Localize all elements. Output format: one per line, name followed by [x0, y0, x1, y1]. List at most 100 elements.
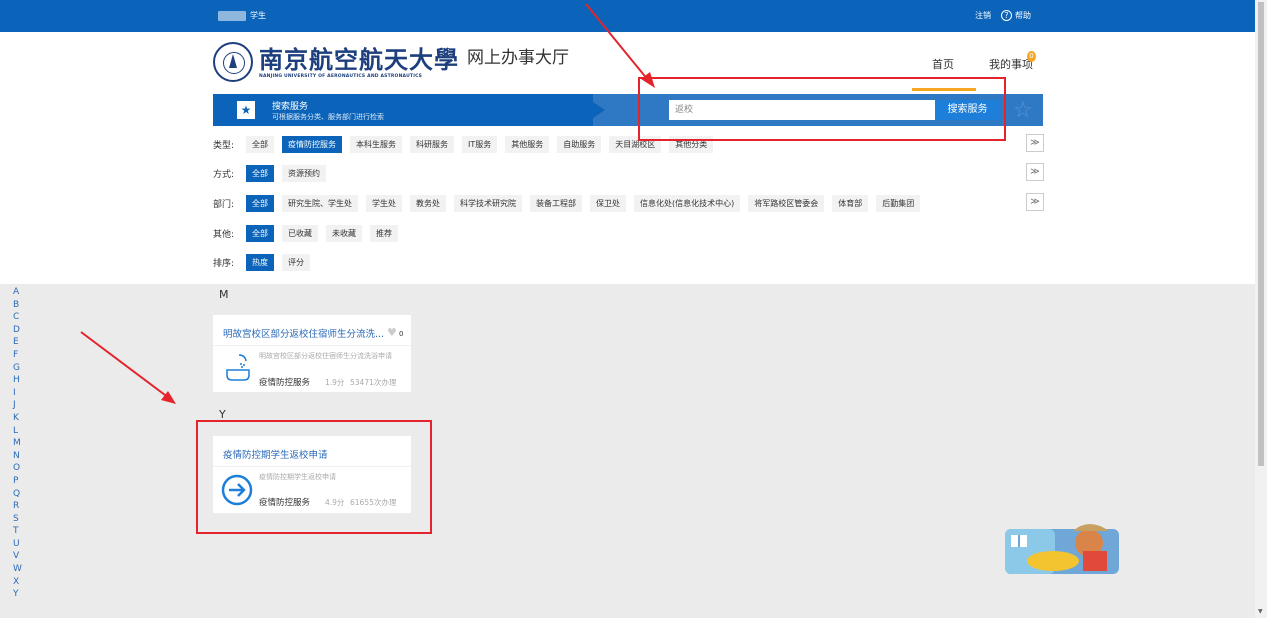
filter-tag[interactable]: 体育部 — [832, 195, 869, 212]
letter-link[interactable]: W — [13, 563, 25, 576]
letter-link[interactable]: G — [13, 362, 25, 375]
letter-link[interactable]: C — [13, 311, 25, 324]
school-seal-icon — [213, 42, 253, 82]
service-card-desc: 明故宫校区部分返校住宿师生分流洗浴申请 — [259, 352, 392, 360]
decorative-star-icon: ☆ — [1013, 98, 1033, 123]
nav-home[interactable]: 首页 — [932, 56, 954, 72]
filter-tag[interactable]: 科学技术研究院 — [454, 195, 522, 212]
filter-tag[interactable]: 后勤集团 — [876, 195, 921, 212]
filter-tag[interactable]: 教务处 — [410, 195, 446, 212]
help-label: 帮助 — [1015, 11, 1031, 20]
service-card-count: 53471次办理 — [350, 378, 397, 387]
filter-row-mode: 方式: 全部 资源预约 — [213, 165, 334, 182]
filter-tag[interactable]: 装备工程部 — [530, 195, 582, 212]
mascot-widget[interactable] — [1003, 519, 1121, 576]
service-card-score: 1.9分 — [325, 378, 345, 387]
filter-tag[interactable]: 已收藏 — [282, 225, 318, 242]
service-card-title[interactable]: 明故宫校区部分返校住宿师生分流洗... — [223, 326, 384, 340]
letter-link[interactable]: U — [13, 538, 25, 551]
filter-tag[interactable]: 推荐 — [370, 225, 398, 242]
help-link[interactable]: ? 帮助 — [1001, 10, 1031, 21]
annotation-box-card — [196, 420, 432, 534]
top-bar: 学生 注销 ? 帮助 — [0, 0, 1255, 32]
filter-tag[interactable]: 信息化处(信息化技术中心) — [634, 195, 741, 212]
annotation-arrow — [80, 331, 170, 399]
heart-icon[interactable]: ♥ — [387, 326, 397, 339]
expand-dept-button[interactable]: ≫ — [1026, 193, 1044, 211]
filter-label: 其他: — [213, 230, 235, 240]
filter-tag[interactable]: 本科生服务 — [350, 136, 402, 153]
filter-tag-active[interactable]: 疫情防控服务 — [282, 136, 342, 153]
page-scrollbar[interactable]: ▼ — [1255, 0, 1267, 618]
my-items-badge: 0 — [1027, 51, 1036, 62]
search-banner-subtitle: 可根据服务分类、服务部门进行检索 — [272, 113, 384, 121]
filter-tag-active[interactable]: 全部 — [246, 165, 274, 182]
letter-link[interactable]: H — [13, 374, 25, 387]
filter-tag-active[interactable]: 全部 — [246, 225, 274, 242]
letter-link[interactable]: D — [13, 324, 25, 337]
filter-row-dept: 部门: 全部 研究生院、学生处 学生处 教务处 科学技术研究院 装备工程部 保卫… — [213, 195, 928, 212]
filter-tag[interactable]: 未收藏 — [326, 225, 362, 242]
filter-tag[interactable]: 自助服务 — [557, 136, 602, 153]
filter-tag[interactable]: 其他服务 — [505, 136, 550, 153]
filter-tag[interactable]: 全部 — [246, 136, 274, 153]
letter-link[interactable]: T — [13, 525, 25, 538]
filter-label: 排序: — [213, 259, 235, 269]
filter-tag[interactable]: 研究生院、学生处 — [282, 195, 358, 212]
letter-link[interactable]: P — [13, 475, 25, 488]
filter-row-sort: 排序: 热度 评分 — [213, 254, 318, 271]
filter-tag[interactable]: 科研服务 — [410, 136, 454, 153]
help-icon: ? — [1001, 10, 1012, 21]
header-panel: 南京航空航天大學 NANJING UNIVERSITY OF AERONAUTI… — [0, 32, 1255, 284]
star-icon: ★ — [237, 101, 255, 119]
section-letter: M — [219, 288, 229, 301]
filter-tag[interactable]: 资源预约 — [282, 165, 326, 182]
top-links: 注销 ? 帮助 — [975, 10, 1031, 21]
service-card[interactable]: 明故宫校区部分返校住宿师生分流洗... ♥ 0 明故宫校区部分返校住宿师生分流洗… — [213, 315, 411, 392]
filter-label: 类型: — [213, 141, 235, 151]
annotation-box-search — [638, 77, 1006, 141]
letter-link[interactable]: L — [13, 425, 25, 438]
letter-link[interactable]: N — [13, 450, 25, 463]
letter-link[interactable]: K — [13, 412, 25, 425]
filter-label: 部门: — [213, 200, 235, 210]
school-name-cn: 南京航空航天大學 — [259, 44, 459, 74]
letter-link[interactable]: E — [13, 336, 25, 349]
like-count: 0 — [399, 330, 404, 338]
letter-link[interactable]: X — [13, 576, 25, 589]
expand-type-button[interactable]: ≫ — [1026, 134, 1044, 152]
school-name-en: NANJING UNIVERSITY OF AERONAUTICS AND AS… — [259, 73, 423, 79]
logout-link[interactable]: 注销 — [975, 10, 991, 21]
letter-link[interactable]: M — [13, 437, 25, 450]
letter-link[interactable]: Y — [13, 588, 25, 601]
bathtub-icon — [226, 354, 250, 381]
letter-link[interactable]: J — [13, 399, 25, 412]
expand-mode-button[interactable]: ≫ — [1026, 163, 1044, 181]
service-card-category: 疫情防控服务 — [259, 378, 311, 388]
letter-link[interactable]: A — [13, 286, 25, 299]
filter-row-other: 其他: 全部 已收藏 未收藏 推荐 — [213, 225, 406, 242]
school-logo[interactable]: 南京航空航天大學 NANJING UNIVERSITY OF AERONAUTI… — [213, 42, 569, 82]
filter-tag[interactable]: 保卫处 — [590, 195, 626, 212]
letter-link[interactable]: R — [13, 500, 25, 513]
filter-tag[interactable]: IT服务 — [462, 136, 498, 153]
redacted-username — [218, 10, 246, 21]
filter-tag[interactable]: 将军路校区管委会 — [748, 195, 825, 212]
search-banner-title: 搜索服务 — [272, 102, 309, 112]
letter-index: A B C D E F G H I J K L M N O P Q R S T … — [13, 286, 25, 601]
scroll-down-icon[interactable]: ▼ — [1258, 608, 1263, 615]
letter-link[interactable]: B — [13, 299, 25, 312]
filter-label: 方式: — [213, 170, 235, 180]
filter-tag[interactable]: 学生处 — [366, 195, 402, 212]
letter-link[interactable]: S — [13, 513, 25, 526]
letter-link[interactable]: V — [13, 550, 25, 563]
scrollbar-thumb[interactable] — [1258, 2, 1264, 466]
letter-link[interactable]: I — [13, 387, 25, 400]
letter-link[interactable]: Q — [13, 488, 25, 501]
filter-tag[interactable]: 评分 — [282, 254, 310, 271]
letter-link[interactable]: F — [13, 349, 25, 362]
user-info: 学生 — [218, 10, 266, 21]
letter-link[interactable]: O — [13, 462, 25, 475]
filter-tag-active[interactable]: 热度 — [246, 254, 274, 271]
filter-tag-active[interactable]: 全部 — [246, 195, 274, 212]
